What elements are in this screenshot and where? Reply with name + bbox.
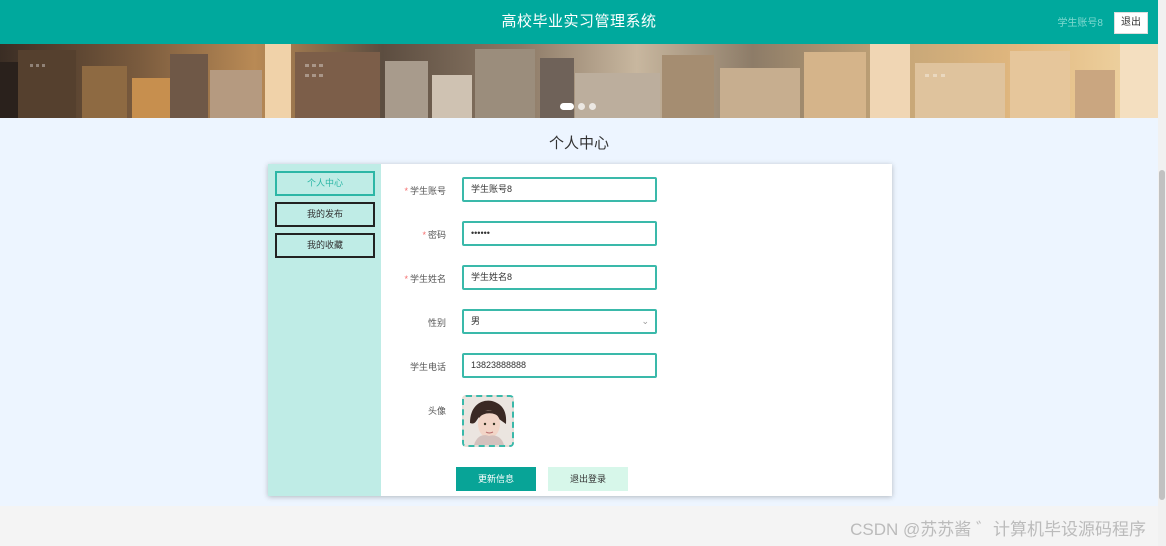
student-account-input[interactable]: 学生账号8 [462,177,657,202]
sidebar-item-my-posts[interactable]: 我的发布 [275,202,375,227]
gender-label: 性别 [427,318,446,328]
banner-carousel [0,44,1158,118]
watermark-text: CSDN @苏苏酱 ゛计算机毕设源码程序 [850,520,1146,539]
password-label-text: 密码 [427,230,446,240]
student-phone-label: 学生电话 [409,362,446,372]
top-account-name[interactable]: 学生账号8 [1057,14,1103,29]
student-phone-input[interactable]: 13823888888 [462,353,657,378]
page-title: 个人中心 [548,135,609,152]
profile-sidebar: 个人中心 我的发布 我的收藏 [268,164,381,496]
vertical-scrollbar[interactable] [1158,0,1166,546]
chevron-down-icon: ⌄ [641,316,649,326]
student-name-label-text: 学生姓名 [409,274,446,284]
top-navbar: 高校毕业实习管理系统 学生账号8 退出 [0,0,1158,44]
required-marker: * [422,230,426,240]
student-name-label: * 学生姓名 [391,272,446,285]
main-content: 个人中心 个人中心 我的发布 我的收藏 * 学生账号 学生账号8 * 密码 ••••… [0,118,1158,506]
carousel-dot-2[interactable] [578,103,585,110]
update-info-button[interactable]: 更新信息 [456,467,536,491]
avatar-label: 头像 [427,406,446,416]
gender-select[interactable]: 男 ⌄ [462,309,657,334]
scrollbar-thumb[interactable] [1159,170,1165,500]
required-marker: * [404,186,408,196]
app-title: 高校毕业实习管理系统 [501,13,657,30]
carousel-dots [560,103,596,110]
password-input[interactable]: •••••• [462,221,657,246]
profile-card: 个人中心 我的发布 我的收藏 * 学生账号 学生账号8 * 密码 •••••• * 学… [268,164,892,496]
logout-button[interactable]: 退出登录 [548,467,628,491]
student-account-label: * 学生账号 [391,184,446,197]
avatar-upload[interactable] [462,395,514,447]
carousel-dot-1[interactable] [560,103,574,110]
sidebar-item-profile[interactable]: 个人中心 [275,171,375,196]
avatar-image [464,397,512,445]
required-marker: * [404,274,408,284]
student-name-input[interactable]: 学生姓名8 [462,265,657,290]
password-label: * 密码 [391,228,446,241]
profile-form: * 学生账号 学生账号8 * 密码 •••••• * 学生姓名 学生姓名8 性别 男 … [381,164,892,496]
sidebar-item-favorites[interactable]: 我的收藏 [275,233,375,258]
student-account-label-text: 学生账号 [409,186,446,196]
carousel-dot-3[interactable] [589,103,596,110]
header-logout-button[interactable]: 退出 [1114,12,1148,34]
gender-value: 男 [471,316,481,326]
